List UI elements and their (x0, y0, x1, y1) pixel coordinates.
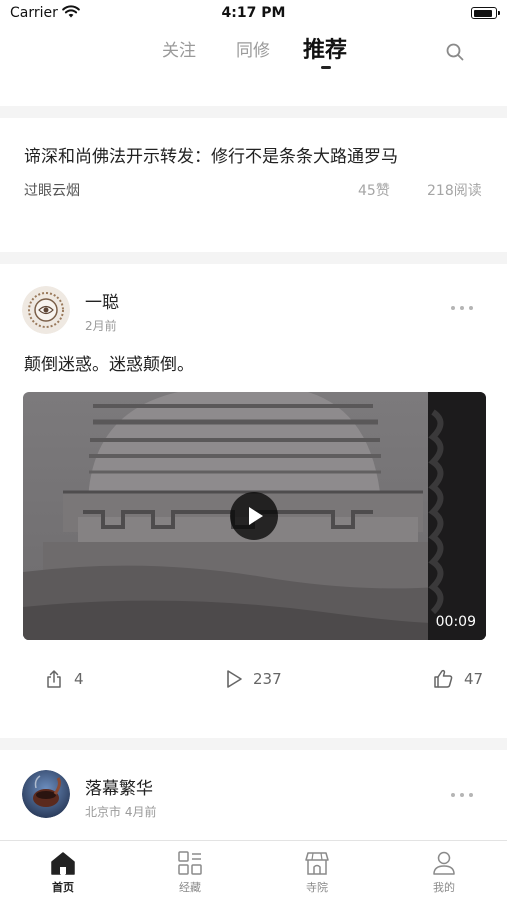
play-button[interactable] (230, 492, 278, 540)
sutra-grid-icon (178, 851, 202, 875)
search-icon[interactable] (445, 42, 465, 62)
top-nav: 关注 同修 推荐 (0, 28, 507, 80)
tab-follow[interactable]: 关注 (162, 36, 196, 61)
play-icon (249, 507, 263, 525)
article-author[interactable]: 过眼云烟 (24, 180, 80, 200)
more-icon[interactable] (450, 305, 474, 311)
avatar[interactable] (22, 286, 70, 334)
share-icon (47, 670, 61, 688)
profile-icon (433, 851, 455, 875)
avatar[interactable] (22, 770, 70, 818)
bottom-tab-temples[interactable]: 寺院 (254, 841, 380, 901)
thumbs-up-icon (434, 669, 453, 688)
bottom-tab-label: 首页 (52, 881, 74, 894)
bottom-tab-home[interactable]: 首页 (0, 841, 126, 901)
bottom-tab-label: 寺院 (306, 881, 328, 894)
article-reads-count: 218阅读 (427, 183, 482, 199)
status-bar: Carrier 4:17 PM (0, 0, 507, 28)
temple-icon (305, 852, 329, 875)
more-icon[interactable] (450, 792, 474, 798)
section-divider (0, 252, 507, 264)
like-button[interactable]: 47 (433, 664, 483, 694)
post-actions: 4 237 47 (0, 664, 507, 694)
section-divider (0, 738, 507, 750)
avatar-image (22, 286, 70, 334)
article-likes-count: 45赞 (358, 183, 390, 199)
post-author-name[interactable]: 一聪 (85, 288, 119, 313)
active-tab-indicator (321, 66, 331, 69)
post-author-name[interactable]: 落幕繁华 (85, 774, 153, 799)
article-title[interactable]: 谛深和尚佛法开示转发：修行不是条条大路通罗马 (24, 142, 398, 167)
share-count: 4 (74, 670, 84, 688)
like-count: 47 (464, 670, 484, 688)
tab-recommend[interactable]: 推荐 (303, 32, 347, 64)
post-text: 颠倒迷惑。迷惑颠倒。 (24, 355, 194, 375)
post-time: 2月前 (85, 319, 117, 333)
play-count: 237 (253, 670, 282, 688)
play-outline-icon (227, 670, 242, 688)
bottom-tab-bar: 首页 经藏 寺院 我的 (0, 840, 507, 901)
video-duration: 00:09 (435, 614, 476, 630)
post-card: 一聪 2月前 颠倒迷惑。迷惑颠倒。 00:09 4 237 47 (0, 264, 507, 738)
play-count-button[interactable]: 237 (225, 664, 282, 694)
post-card: 落幕繁华 北京市 4月前 (0, 750, 507, 840)
avatar-image (22, 770, 70, 818)
clock: 4:17 PM (221, 5, 286, 21)
article-card[interactable]: 谛深和尚佛法开示转发：修行不是条条大路通罗马 过眼云烟 45赞 218阅读 (0, 118, 507, 252)
bottom-tab-profile[interactable]: 我的 (381, 841, 507, 901)
bottom-tab-label: 经藏 (179, 881, 201, 894)
share-button[interactable]: 4 (44, 664, 84, 694)
bottom-tab-sutras[interactable]: 经藏 (127, 841, 253, 901)
home-icon (51, 852, 75, 875)
post-location-time: 北京市 4月前 (85, 805, 157, 819)
bottom-tab-label: 我的 (433, 881, 455, 894)
tab-peers[interactable]: 同修 (236, 36, 270, 61)
section-divider (0, 106, 507, 118)
battery-icon (471, 7, 500, 19)
video-thumbnail[interactable]: 00:09 (23, 392, 486, 640)
